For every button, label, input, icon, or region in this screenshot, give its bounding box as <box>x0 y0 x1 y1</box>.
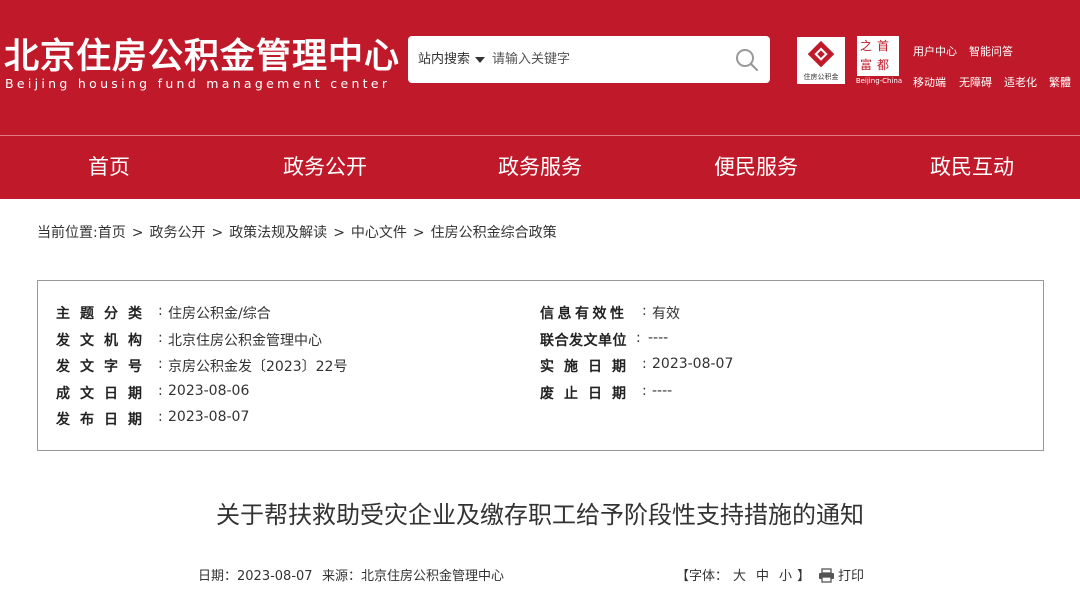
font-size-medium-button[interactable]: 中 <box>756 569 769 584</box>
info-value: ---- <box>652 383 673 399</box>
search-input[interactable] <box>492 44 720 75</box>
nav-item-home[interactable]: 首页 <box>1 136 217 199</box>
info-colon: : <box>158 383 163 399</box>
emblem-label: 住房公积金 <box>803 73 839 81</box>
search-scope-select[interactable]: 站内搜索 <box>418 36 470 83</box>
search-box: 站内搜索 <box>408 36 770 83</box>
site-title[interactable]: 北京住房公积金管理中心 <box>4 28 400 79</box>
breadcrumb-item-home[interactable]: 首页 <box>98 225 126 241</box>
info-colon: : <box>158 356 163 372</box>
nav-item-gov-services[interactable]: 政务服务 <box>432 136 648 199</box>
article-source: 来源：北京住房公积金管理中心 <box>322 569 505 584</box>
capital-logo[interactable]: 之 首 富 都 Beijing-China <box>853 36 903 86</box>
breadcrumb-separator: > <box>131 225 144 241</box>
main-nav: 首页 政务公开 政务服务 便民服务 政民互动 <box>0 136 1080 199</box>
info-label: 信息有效性 <box>540 306 628 322</box>
breadcrumb-item-policies[interactable]: 政策法规及解读 <box>229 225 327 241</box>
nav-item-interaction[interactable]: 政民互动 <box>864 136 1080 199</box>
info-colon: : <box>642 383 647 399</box>
info-colon: : <box>158 409 163 425</box>
info-colon: : <box>642 303 647 319</box>
mobile-link[interactable]: 移动端 <box>913 74 946 90</box>
info-value: ---- <box>648 330 669 346</box>
font-size-end: 】 <box>797 569 811 584</box>
info-value: 北京住房公积金管理中心 <box>168 333 322 349</box>
capital-char: 都 <box>877 58 890 72</box>
font-size-control: 【字体： 大中小】 <box>676 565 810 584</box>
info-colon: : <box>636 330 641 346</box>
info-label: 实施日期 <box>540 359 636 375</box>
info-value: 住房公积金/综合 <box>168 306 271 322</box>
info-value: 京房公积金发〔2023〕22号 <box>168 359 348 375</box>
nav-item-public-services[interactable]: 便民服务 <box>648 136 864 199</box>
print-button[interactable]: 打印 <box>838 565 864 584</box>
info-label: 主题分类 <box>56 306 152 322</box>
breadcrumb: 当前位置:首页 > 政务公开 > 政策法规及解读 > 中心文件 > 住房公积金综合政策 <box>37 222 557 242</box>
capital-seal-icon: 之 首 富 都 <box>857 36 899 76</box>
breadcrumb-item-gov-affairs[interactable]: 政务公开 <box>149 225 205 241</box>
breadcrumb-separator: > <box>412 225 425 241</box>
article-date: 日期：2023-08-07 <box>198 569 313 584</box>
user-center-link[interactable]: 用户中心 <box>913 43 957 59</box>
info-value: 2023-08-06 <box>168 383 250 399</box>
accessibility-link[interactable]: 无障碍 <box>959 74 992 90</box>
info-value: 2023-08-07 <box>168 409 250 425</box>
site-header: 北京住房公积金管理中心 Beijing housing fund managem… <box>0 0 1080 135</box>
capital-char: 富 <box>860 58 873 72</box>
breadcrumb-item-center-docs[interactable]: 中心文件 <box>351 225 407 241</box>
font-size-label: 【字体： <box>676 569 729 584</box>
traditional-chinese-link[interactable]: 繁體 <box>1049 74 1071 90</box>
capital-char: 首 <box>877 39 890 53</box>
info-colon: : <box>158 303 163 319</box>
info-value: 有效 <box>652 306 680 322</box>
breadcrumb-separator: > <box>333 225 345 241</box>
search-icon[interactable] <box>734 47 760 73</box>
info-label: 发文字号 <box>56 359 152 375</box>
article-title: 关于帮扶救助受灾企业及缴存职工给予阶段性支持措施的通知 <box>216 501 864 529</box>
info-label: 成文日期 <box>56 386 152 402</box>
breadcrumb-separator: > <box>211 225 224 241</box>
info-label: 联合发文单位 <box>540 333 627 349</box>
nav-item-gov-affairs[interactable]: 政务公开 <box>217 136 433 199</box>
info-value: 2023-08-07 <box>652 356 734 372</box>
info-colon: : <box>158 330 163 346</box>
printer-icon[interactable] <box>818 568 835 583</box>
breadcrumb-item-comprehensive-policy[interactable]: 住房公积金综合政策 <box>431 225 557 241</box>
breadcrumb-prefix: 当前位置: <box>37 225 98 241</box>
font-size-small-button[interactable]: 小 <box>779 569 792 584</box>
chevron-down-icon[interactable] <box>475 57 485 63</box>
font-size-large-button[interactable]: 大 <box>733 569 746 584</box>
smart-qa-link[interactable]: 智能问答 <box>969 43 1013 59</box>
info-label: 发布日期 <box>56 412 152 428</box>
elderly-mode-link[interactable]: 适老化 <box>1004 74 1037 90</box>
info-label: 发文机构 <box>56 333 152 349</box>
site-subtitle: Beijing housing fund management center <box>5 76 391 91</box>
capital-char: 之 <box>860 39 873 53</box>
housing-fund-logo-icon <box>807 40 835 68</box>
housing-fund-emblem[interactable]: 住房公积金 <box>797 37 845 84</box>
info-label: 废止日期 <box>540 386 636 402</box>
capital-label: Beijing-China <box>855 77 903 85</box>
info-colon: : <box>642 356 647 372</box>
document-info-box: 主题分类 : 住房公积金/综合 发文机构 : 北京住房公积金管理中心 发文字号 … <box>37 280 1044 451</box>
